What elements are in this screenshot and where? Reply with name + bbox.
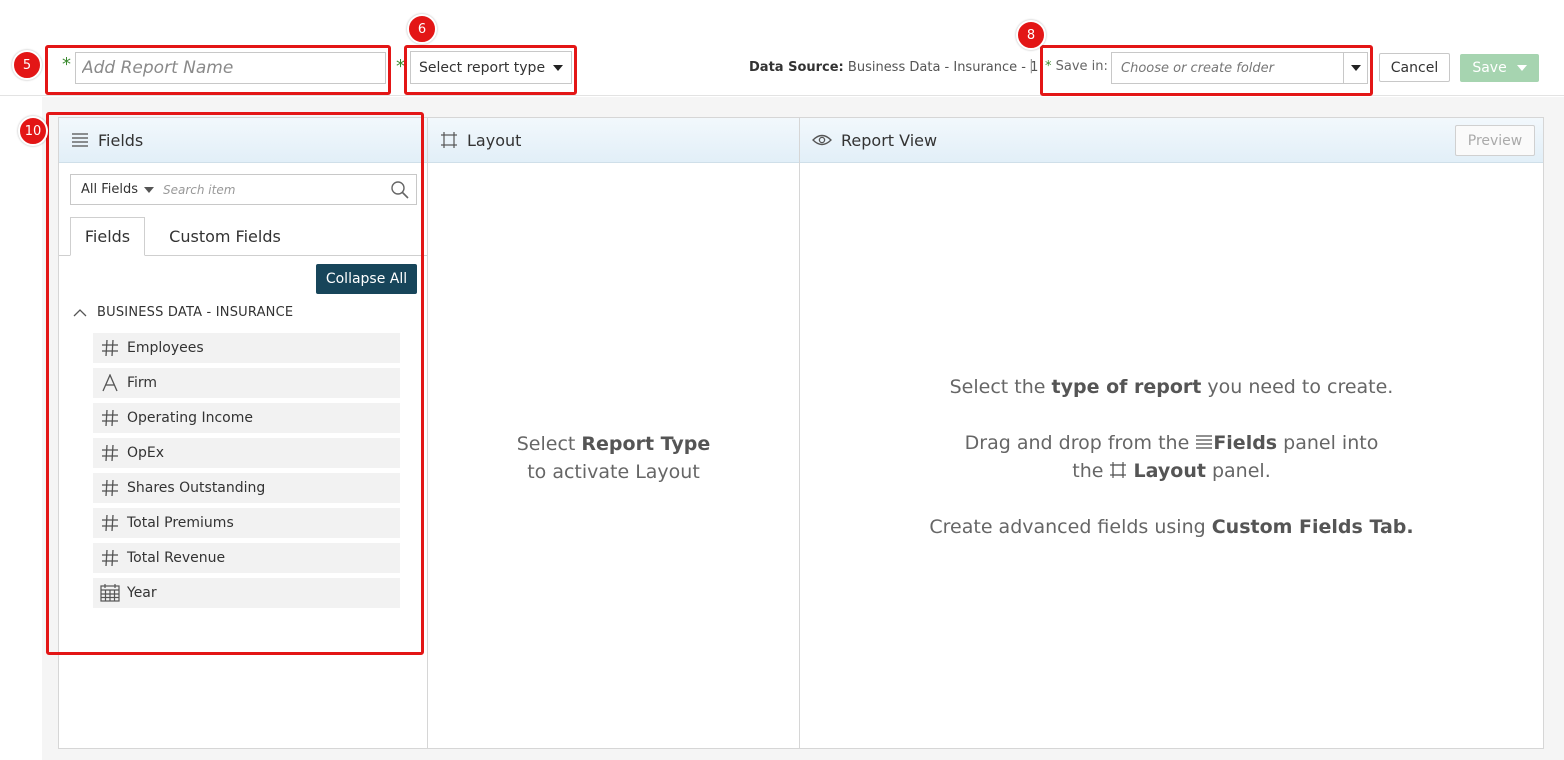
preview-button[interactable]: Preview: [1455, 125, 1535, 156]
data-source-value: Business Data - Insurance - 1: [847, 60, 1039, 75]
view-msg-bold: Layout: [1133, 460, 1206, 482]
report-view-empty-message: Select the type of report you need to cr…: [800, 373, 1543, 569]
cancel-button[interactable]: Cancel: [1379, 53, 1450, 82]
layout-icon: [1110, 462, 1127, 478]
caret-down-icon: [1516, 65, 1527, 71]
view-msg-text: Select the: [949, 376, 1052, 398]
annotation-badge: 6: [407, 14, 437, 44]
layout-panel: Layout Select Report Type to activate La…: [427, 117, 800, 749]
view-msg-text: Create advanced fields using: [929, 516, 1212, 538]
annotation-box-report-name: [45, 45, 391, 95]
data-source-label: Data Source:: [749, 60, 844, 75]
layout-icon: [441, 132, 457, 148]
layout-panel-header: Layout: [428, 118, 799, 163]
save-label: Save: [1472, 60, 1507, 76]
view-msg-text: Drag and drop from the: [964, 432, 1196, 454]
report-view-title: Report View: [841, 130, 938, 150]
annotation-badge: 8: [1016, 20, 1046, 50]
view-msg-bold: Custom Fields Tab.: [1211, 516, 1414, 538]
eye-icon: [812, 134, 832, 146]
layout-panel-title: Layout: [467, 130, 522, 150]
report-view-panel: Report View Preview Select the type of r…: [799, 117, 1544, 749]
layout-msg-bold: Report Type: [581, 433, 711, 455]
view-msg-bold: type of report: [1051, 376, 1202, 398]
annotation-box-save-in: [1040, 45, 1373, 96]
view-msg-text: panel into: [1277, 432, 1379, 454]
view-msg-text: panel.: [1205, 460, 1271, 482]
view-msg-text: you need to create.: [1201, 376, 1394, 398]
save-button[interactable]: Save: [1460, 54, 1539, 82]
report-view-header: Report View Preview: [800, 118, 1543, 163]
layout-empty-message: Select Report Type to activate Layout: [428, 430, 799, 486]
annotation-badge: 10: [18, 116, 48, 146]
annotation-box-report-type: [404, 45, 577, 95]
view-msg-bold: Fields: [1213, 432, 1278, 454]
data-source-info: Data Source: Business Data - Insurance -…: [749, 60, 1038, 75]
annotation-badge: 5: [12, 50, 42, 80]
annotation-box-fields-panel: [46, 112, 424, 655]
separator: |: [1029, 58, 1034, 74]
layout-msg-line2: to activate Layout: [527, 461, 700, 483]
fields-list-icon: [1196, 435, 1213, 449]
report-builder: * * Select report type Data Source: Busi…: [0, 0, 1564, 760]
view-msg-text: the: [1072, 460, 1110, 482]
layout-msg-prefix: Select: [516, 433, 582, 455]
